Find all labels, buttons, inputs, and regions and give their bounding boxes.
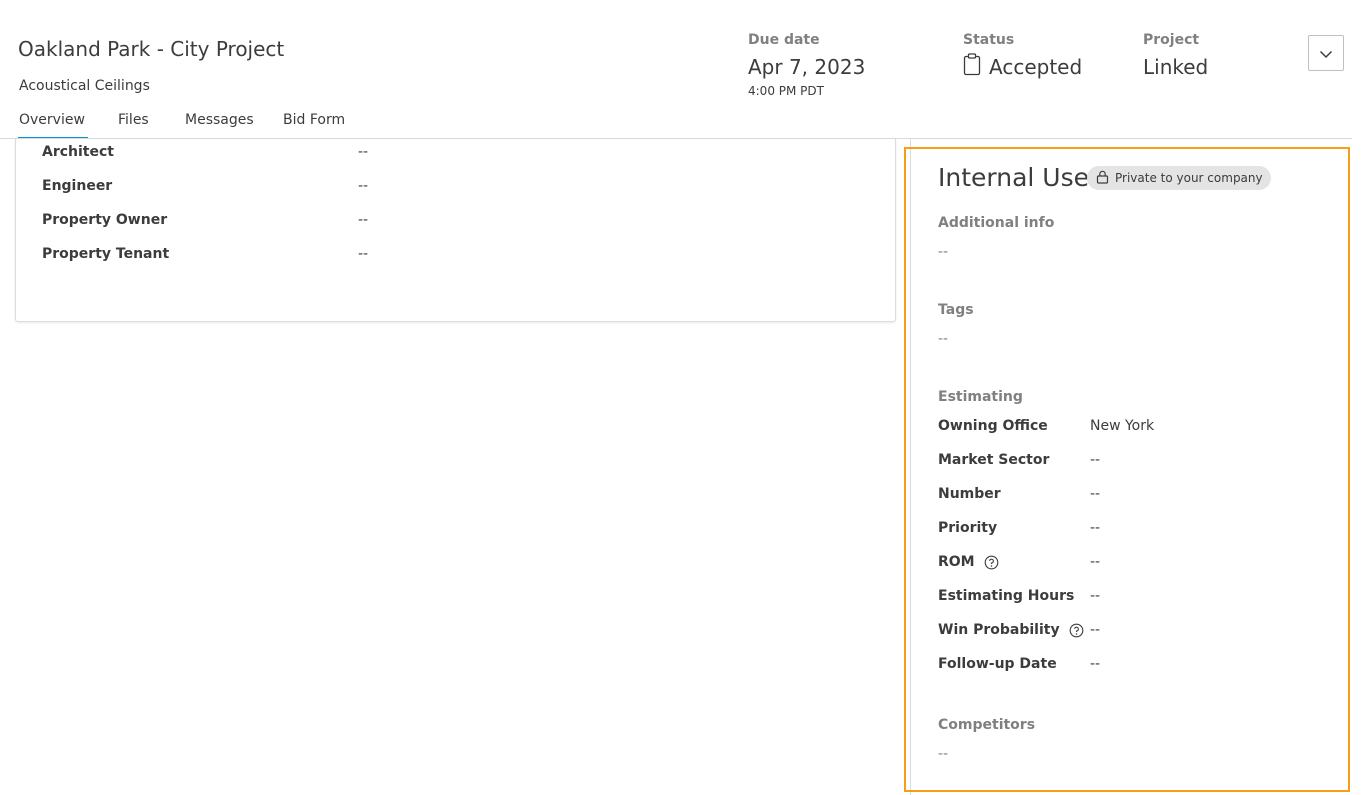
property-owner-label: Property Owner xyxy=(42,212,168,228)
page-title: Oakland Park - City Project xyxy=(18,37,285,61)
number-value: -- xyxy=(1090,486,1101,502)
project-label: Project xyxy=(1143,32,1200,48)
rom-label: ROM xyxy=(938,554,999,570)
tags-label: Tags xyxy=(938,302,974,318)
lock-icon xyxy=(1096,170,1109,187)
chevron-down-icon xyxy=(1319,44,1333,63)
owning-office-value: New York xyxy=(1090,418,1155,434)
priority-label: Priority xyxy=(938,520,998,536)
owning-office-label: Owning Office xyxy=(938,418,1048,434)
architect-label: Architect xyxy=(42,144,114,160)
market-sector-label: Market Sector xyxy=(938,452,1050,468)
trade-subtitle: Acoustical Ceilings xyxy=(19,78,150,94)
status-value: Accepted xyxy=(989,55,1083,79)
tab-files[interactable]: Files xyxy=(118,112,149,139)
property-owner-value: -- xyxy=(358,212,369,228)
property-tenant-label: Property Tenant xyxy=(42,246,170,262)
follow-up-date-value: -- xyxy=(1090,656,1101,672)
win-probability-label: Win Probability xyxy=(938,622,1084,638)
project-value: Linked xyxy=(1143,55,1209,79)
status-label: Status xyxy=(963,32,1015,48)
additional-info-value: -- xyxy=(938,244,949,260)
estimating-label: Estimating xyxy=(938,389,1023,405)
help-circle-icon[interactable] xyxy=(984,555,999,570)
overview-card: Architect -- Engineer -- Property Owner … xyxy=(15,139,896,322)
tab-bid-form[interactable]: Bid Form xyxy=(283,112,345,139)
competitors-value: -- xyxy=(938,746,949,762)
rom-value: -- xyxy=(1090,554,1101,570)
market-sector-value: -- xyxy=(1090,452,1101,468)
due-date-value: Apr 7, 2023 xyxy=(748,55,866,79)
tab-messages[interactable]: Messages xyxy=(185,112,254,139)
due-time-value: 4:00 PM PDT xyxy=(748,84,824,98)
priority-value: -- xyxy=(1090,520,1101,536)
estimating-hours-value: -- xyxy=(1090,588,1101,604)
engineer-label: Engineer xyxy=(42,178,113,194)
clipboard-icon xyxy=(963,53,981,76)
private-badge: Private to your company xyxy=(1087,166,1271,190)
private-badge-label: Private to your company xyxy=(1115,171,1263,185)
number-label: Number xyxy=(938,486,1001,502)
win-probability-value: -- xyxy=(1090,622,1101,638)
competitors-label: Competitors xyxy=(938,717,1036,733)
help-circle-icon[interactable] xyxy=(1069,623,1084,638)
follow-up-date-label: Follow-up Date xyxy=(938,656,1057,672)
estimating-hours-label: Estimating Hours xyxy=(938,588,1075,604)
additional-info-label: Additional info xyxy=(938,215,1055,231)
engineer-value: -- xyxy=(358,178,369,194)
tab-overview[interactable]: Overview xyxy=(18,112,88,139)
tags-value: -- xyxy=(938,331,949,347)
architect-value: -- xyxy=(358,144,369,160)
internal-use-title: Internal Use xyxy=(938,163,1090,192)
due-date-label: Due date xyxy=(748,32,820,48)
header-dropdown-button[interactable] xyxy=(1308,35,1344,71)
property-tenant-value: -- xyxy=(358,246,369,262)
